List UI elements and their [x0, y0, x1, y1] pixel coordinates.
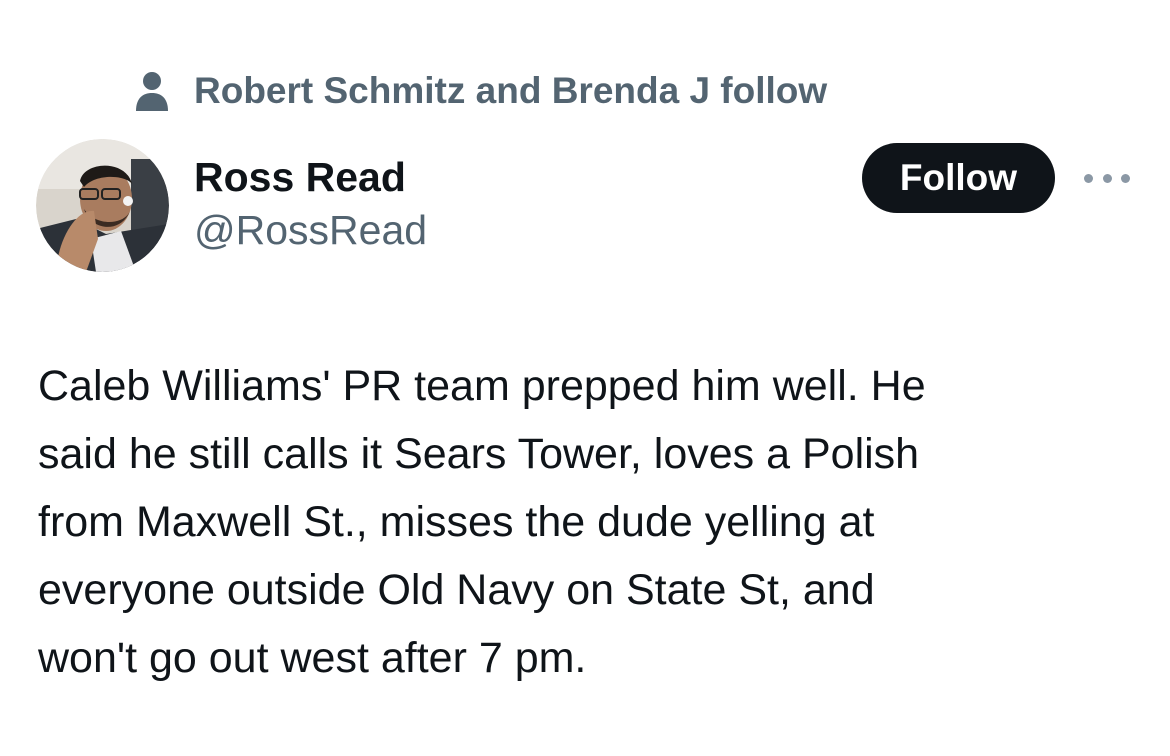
more-dot: [1102, 173, 1112, 183]
social-context[interactable]: Robert Schmitz and Brenda J follow: [134, 66, 827, 116]
tweet-text-line: everyone outside Old Navy on State St, a…: [38, 566, 875, 614]
tweet-text: Caleb Williams' PR team prepped him well…: [38, 352, 1138, 692]
follow-button[interactable]: Follow: [862, 143, 1055, 213]
author-handle[interactable]: @RossRead: [194, 207, 427, 254]
social-context-text: Robert Schmitz and Brenda J follow: [194, 70, 828, 111]
more-horizontal-icon[interactable]: [1084, 164, 1130, 192]
tweet-text-line: said he still calls it Sears Tower, love…: [38, 430, 920, 478]
tweet-text-line: from Maxwell St., misses the dude yellin…: [38, 498, 875, 546]
tweet-text-line: Caleb Williams' PR team prepped him well…: [38, 362, 926, 410]
more-dot: [1084, 173, 1093, 183]
person-icon: [134, 71, 170, 111]
avatar[interactable]: [36, 139, 169, 272]
author-display-name[interactable]: Ross Read: [194, 154, 406, 201]
tweet-text-line: won't go out west after 7 pm.: [38, 634, 587, 682]
more-dot: [1121, 173, 1130, 183]
